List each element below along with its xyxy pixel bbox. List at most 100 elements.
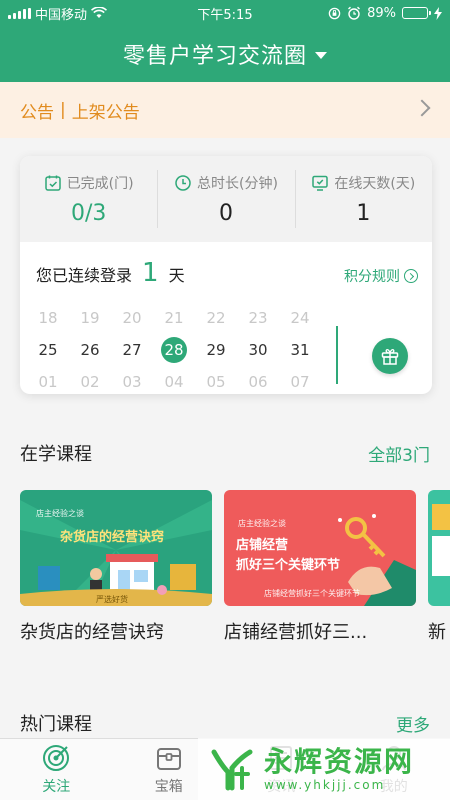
stat-online-days: 在线天数(天) 1 [294, 156, 432, 242]
course-cover: 店主经验之谈 店铺经营 抓好三个关键环节 店铺经营抓好三个关键环节 [224, 490, 416, 606]
calendar-day: 06 [248, 373, 268, 391]
course-card[interactable]: 店主经验之谈 杂货店的经营诀窍 严选好货 杂货店的经营诀窍 [20, 490, 212, 644]
calendar-day: 26 [80, 341, 100, 359]
calendar-row: 01 02 03 04 05 06 07 [27, 366, 325, 394]
login-streak: 您已连续登录 1 天 [36, 258, 185, 288]
calendar-day: 04 [164, 373, 184, 391]
carrier-label: 中国移动 [35, 7, 88, 23]
calendar-check-icon [44, 175, 61, 191]
cover-bottom: 店铺经营抓好三个关键环节 [264, 589, 360, 598]
stat-value: 0 [218, 200, 233, 226]
watermark-url: www.yhkjjj.com [264, 778, 386, 792]
section-title: 热门课程 [20, 714, 92, 735]
signal-icon [8, 7, 31, 19]
checkin-calendar: 18 19 20 21 22 23 24 25 26 27 28 29 30 3… [27, 302, 325, 394]
stat-label: 总时长(分钟) [197, 175, 278, 192]
notice-text: 上架公告 [71, 102, 140, 123]
stats-row: 已完成(门) 0/3 总时长(分钟) 0 在线天数(天) 1 [20, 156, 432, 242]
calendar-day: 22 [206, 309, 226, 327]
course-cover [428, 490, 450, 606]
stat-duration: 总时长(分钟) 0 [157, 156, 294, 242]
chevron-right-icon [413, 99, 431, 117]
calendar-day: 05 [206, 373, 226, 391]
tab-label: 关注 [42, 779, 71, 795]
calendar-day: 19 [80, 309, 100, 327]
course-card[interactable]: 新 [428, 490, 450, 644]
rules-label: 积分规则 [344, 269, 400, 285]
watermark-title: 永辉资源网 [264, 745, 415, 778]
course-name: 杂货店的经营诀窍 [20, 622, 164, 643]
tab-label: 宝箱 [154, 779, 183, 795]
circle-switcher[interactable]: 零售户学习交流圈 [0, 34, 450, 74]
watermark-logo-icon [211, 749, 253, 791]
more-link[interactable]: 更多 [396, 711, 430, 736]
status-bar: 中国移动 下午5:15 89% [0, 0, 450, 26]
stat-label: 已完成(门) [66, 175, 134, 192]
calendar-row: 25 26 27 28 29 30 31 [27, 334, 325, 366]
caret-down-icon [315, 52, 327, 59]
calendar-day: 07 [290, 373, 310, 391]
chevron-circle-right-icon [404, 269, 418, 283]
calendar-day: 25 [38, 341, 58, 359]
stat-label: 在线天数(天) [334, 175, 416, 192]
hot-section-header: 热门课程 更多 [20, 710, 430, 736]
calendar-day: 03 [122, 373, 142, 391]
calendar-row: 18 19 20 21 22 23 24 [27, 302, 325, 334]
calendar-day: 02 [80, 373, 100, 391]
calendar-day: 31 [290, 341, 310, 359]
treasure-box-icon [156, 748, 181, 770]
course-name: 新 [428, 622, 446, 643]
cover-tag: 店主经验之谈 [36, 509, 84, 518]
course-cover: 店主经验之谈 杂货店的经营诀窍 严选好货 [20, 490, 212, 606]
rotation-lock-icon [328, 7, 341, 19]
stat-completed: 已完成(门) 0/3 [20, 156, 157, 242]
calendar-divider [336, 326, 338, 384]
gift-icon [381, 348, 399, 365]
streak-count: 1 [142, 258, 159, 288]
tab-follow[interactable]: 关注 [0, 739, 113, 800]
calendar-day: 27 [122, 341, 142, 359]
clock-icon [175, 174, 191, 191]
cover-shape [432, 536, 450, 576]
cover-bottom: 严选好货 [96, 595, 128, 604]
calendar-day: 30 [248, 341, 268, 359]
notice-bar[interactable]: 公告 | 上架公告 [0, 82, 450, 138]
calendar-day-today: 28 [153, 336, 195, 364]
calendar-day: 21 [164, 309, 184, 327]
stat-value: 1 [356, 200, 371, 226]
gift-button[interactable] [372, 338, 408, 374]
calendar-day: 29 [206, 341, 226, 359]
monitor-check-icon [312, 175, 329, 191]
watermark: 永辉资源网 www.yhkjjj.com [198, 738, 450, 800]
course-name: 店铺经营抓好三... [224, 622, 368, 643]
battery-percent: 89% [367, 5, 396, 21]
cover-tag: 店主经验之谈 [238, 519, 286, 528]
calendar-day: 20 [122, 309, 142, 327]
app-header: 中国移动 下午5:15 89% 零售户学习交流圈 [0, 0, 450, 82]
course-card[interactable]: 店主经验之谈 店铺经营 抓好三个关键环节 店铺经营抓好三个关键环节 店铺经营抓好… [224, 490, 416, 644]
page-title: 零售户学习交流圈 [122, 44, 307, 69]
streak-prefix: 您已连续登录 [36, 266, 133, 285]
charging-icon [434, 6, 442, 20]
section-title: 在学课程 [20, 444, 92, 465]
learning-stats-card: 已完成(门) 0/3 总时长(分钟) 0 在线天数(天) 1 您已连续登录 1 … [20, 156, 432, 394]
cover-subtitle: 抓好三个关键环节 [236, 558, 341, 573]
wifi-icon [91, 7, 108, 18]
streak-suffix: 天 [168, 266, 185, 285]
points-rules-link[interactable]: 积分规则 [344, 266, 418, 286]
calendar-day: 01 [38, 373, 58, 391]
calendar-day: 18 [38, 309, 58, 327]
all-courses-link[interactable]: 全部3门 [368, 441, 430, 466]
battery-icon [402, 7, 431, 19]
status-time: 下午5:15 [197, 7, 253, 23]
target-icon [43, 745, 70, 771]
notice-label: 公告 [20, 102, 54, 123]
cover-title: 店铺经营 [236, 538, 289, 553]
cover-title: 杂货店的经营诀窍 [60, 530, 165, 545]
learning-section-header: 在学课程 全部3门 [20, 440, 430, 466]
calendar-day: 24 [290, 309, 310, 327]
cover-shape [432, 504, 450, 530]
calendar-day: 23 [248, 309, 268, 327]
notice-separator: | [60, 100, 66, 120]
stat-value: 0/3 [70, 200, 107, 226]
